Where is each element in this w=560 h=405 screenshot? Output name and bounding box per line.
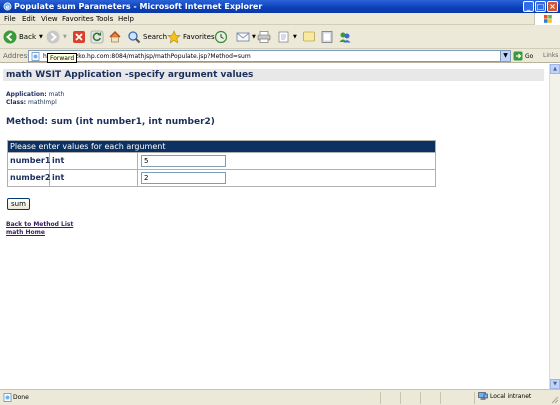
toolbar: Back ▼ ▼ Search Favorites ▼ ▼ bbox=[0, 25, 560, 49]
mail-icon bbox=[236, 32, 250, 42]
scroll-up-icon[interactable]: ▲ bbox=[550, 64, 560, 74]
menu-file[interactable]: File bbox=[4, 15, 16, 23]
address-bar: Address http://…m.zko.hp.com:8084/mathjs… bbox=[0, 49, 560, 63]
close-button[interactable]: × bbox=[547, 1, 558, 12]
back-arrow-icon bbox=[3, 30, 17, 44]
sum-button[interactable]: sum bbox=[7, 198, 30, 210]
maximize-button[interactable]: □ bbox=[535, 1, 546, 12]
arg-type: int bbox=[50, 153, 138, 169]
page-done-icon bbox=[3, 393, 12, 402]
arg-name: number2 bbox=[8, 170, 50, 186]
status-divider bbox=[474, 392, 475, 404]
argument-table: Please enter values for each argument nu… bbox=[7, 140, 436, 187]
title-bar: e Populate sum Parameters - Microsoft In… bbox=[0, 0, 560, 13]
windows-logo bbox=[534, 13, 560, 25]
discuss-icon[interactable] bbox=[302, 28, 316, 46]
forward-arrow-icon bbox=[46, 30, 60, 44]
search-button[interactable]: Search bbox=[127, 28, 167, 46]
search-icon bbox=[128, 31, 141, 44]
status-divider bbox=[400, 392, 401, 404]
messenger-icon[interactable] bbox=[338, 28, 352, 46]
menu-help[interactable]: Help bbox=[118, 15, 134, 23]
method-title: Method: sum (int number1, int number2) bbox=[6, 117, 215, 127]
page-content: math WSIT Application -specify argument … bbox=[0, 64, 549, 389]
number1-input[interactable] bbox=[141, 155, 226, 167]
print-icon[interactable] bbox=[257, 28, 271, 46]
star-icon bbox=[167, 30, 181, 44]
menu-favorites[interactable]: Favorites bbox=[62, 15, 94, 23]
forward-button[interactable]: ▼ bbox=[46, 28, 67, 46]
status-text: Done bbox=[13, 394, 29, 401]
class-label: Class: bbox=[6, 99, 27, 106]
table-row: number2 int bbox=[8, 169, 435, 186]
mail-dropdown-icon[interactable]: ▼ bbox=[252, 34, 256, 40]
menu-tools[interactable]: Tools bbox=[96, 15, 113, 23]
windows-flag-icon bbox=[544, 15, 552, 23]
forward-dropdown-icon[interactable]: ▼ bbox=[63, 34, 67, 40]
edit-button[interactable]: ▼ bbox=[277, 28, 297, 46]
intranet-icon bbox=[478, 392, 488, 400]
refresh-icon[interactable] bbox=[90, 28, 104, 46]
class-value: mathImpl bbox=[27, 99, 57, 106]
application-info: Application: math bbox=[6, 91, 64, 98]
go-arrow-icon bbox=[513, 51, 523, 61]
links-toolbar[interactable]: Links bbox=[543, 52, 558, 59]
svg-text:e: e bbox=[6, 4, 10, 11]
research-icon[interactable] bbox=[320, 28, 334, 46]
back-to-method-list-link[interactable]: Back to Method List bbox=[6, 221, 73, 228]
address-input[interactable]: http://…m.zko.hp.com:8084/mathjsp/mathPo… bbox=[28, 50, 511, 62]
math-home-link[interactable]: math Home bbox=[6, 229, 45, 236]
back-button[interactable]: Back ▼ bbox=[3, 28, 43, 46]
menu-view[interactable]: View bbox=[41, 15, 58, 23]
edit-icon bbox=[278, 31, 289, 43]
arg-name: number1 bbox=[8, 153, 50, 169]
number2-input[interactable] bbox=[141, 172, 226, 184]
page-heading: math WSIT Application -specify argument … bbox=[3, 69, 544, 81]
status-divider bbox=[440, 392, 441, 404]
favorites-label: Favorites bbox=[183, 33, 215, 41]
favorites-button[interactable]: Favorites bbox=[167, 28, 215, 46]
menu-edit[interactable]: Edit bbox=[22, 15, 36, 23]
class-info: Class: mathImpl bbox=[6, 99, 57, 106]
back-label: Back bbox=[19, 33, 36, 41]
ie-icon: e bbox=[3, 2, 12, 11]
page-icon bbox=[31, 52, 40, 61]
zone-label: Local intranet bbox=[490, 393, 532, 400]
go-label: Go bbox=[525, 52, 534, 60]
resize-grip-icon[interactable] bbox=[550, 395, 559, 404]
status-divider bbox=[420, 392, 421, 404]
arg-type: int bbox=[50, 170, 138, 186]
security-zone[interactable]: Local intranet bbox=[478, 392, 531, 401]
go-button[interactable]: Go bbox=[513, 51, 533, 61]
application-value: math bbox=[48, 91, 65, 98]
table-row: number1 int bbox=[8, 152, 435, 169]
minimize-button[interactable]: _ bbox=[523, 1, 534, 12]
window-title: Populate sum Parameters - Microsoft Inte… bbox=[14, 2, 263, 11]
address-label: Address bbox=[3, 52, 31, 60]
forward-tooltip: Forward bbox=[47, 53, 78, 63]
vertical-scrollbar[interactable]: ▲ ▼ bbox=[549, 64, 560, 389]
status-divider bbox=[380, 392, 381, 404]
search-label: Search bbox=[143, 33, 168, 41]
scroll-down-icon[interactable]: ▼ bbox=[550, 379, 560, 389]
menu-bar: File Edit View Favorites Tools Help bbox=[0, 13, 560, 25]
edit-dropdown-icon[interactable]: ▼ bbox=[293, 34, 297, 40]
application-label: Application: bbox=[6, 91, 47, 98]
history-icon[interactable] bbox=[214, 28, 228, 46]
address-dropdown-icon[interactable]: ▼ bbox=[500, 51, 510, 61]
stop-icon[interactable] bbox=[72, 28, 86, 46]
back-dropdown-icon[interactable]: ▼ bbox=[39, 34, 43, 40]
status-bar: Done Local intranet bbox=[0, 389, 560, 405]
mail-button[interactable]: ▼ bbox=[236, 28, 256, 46]
table-header: Please enter values for each argument bbox=[8, 141, 435, 152]
home-icon[interactable] bbox=[108, 28, 122, 46]
